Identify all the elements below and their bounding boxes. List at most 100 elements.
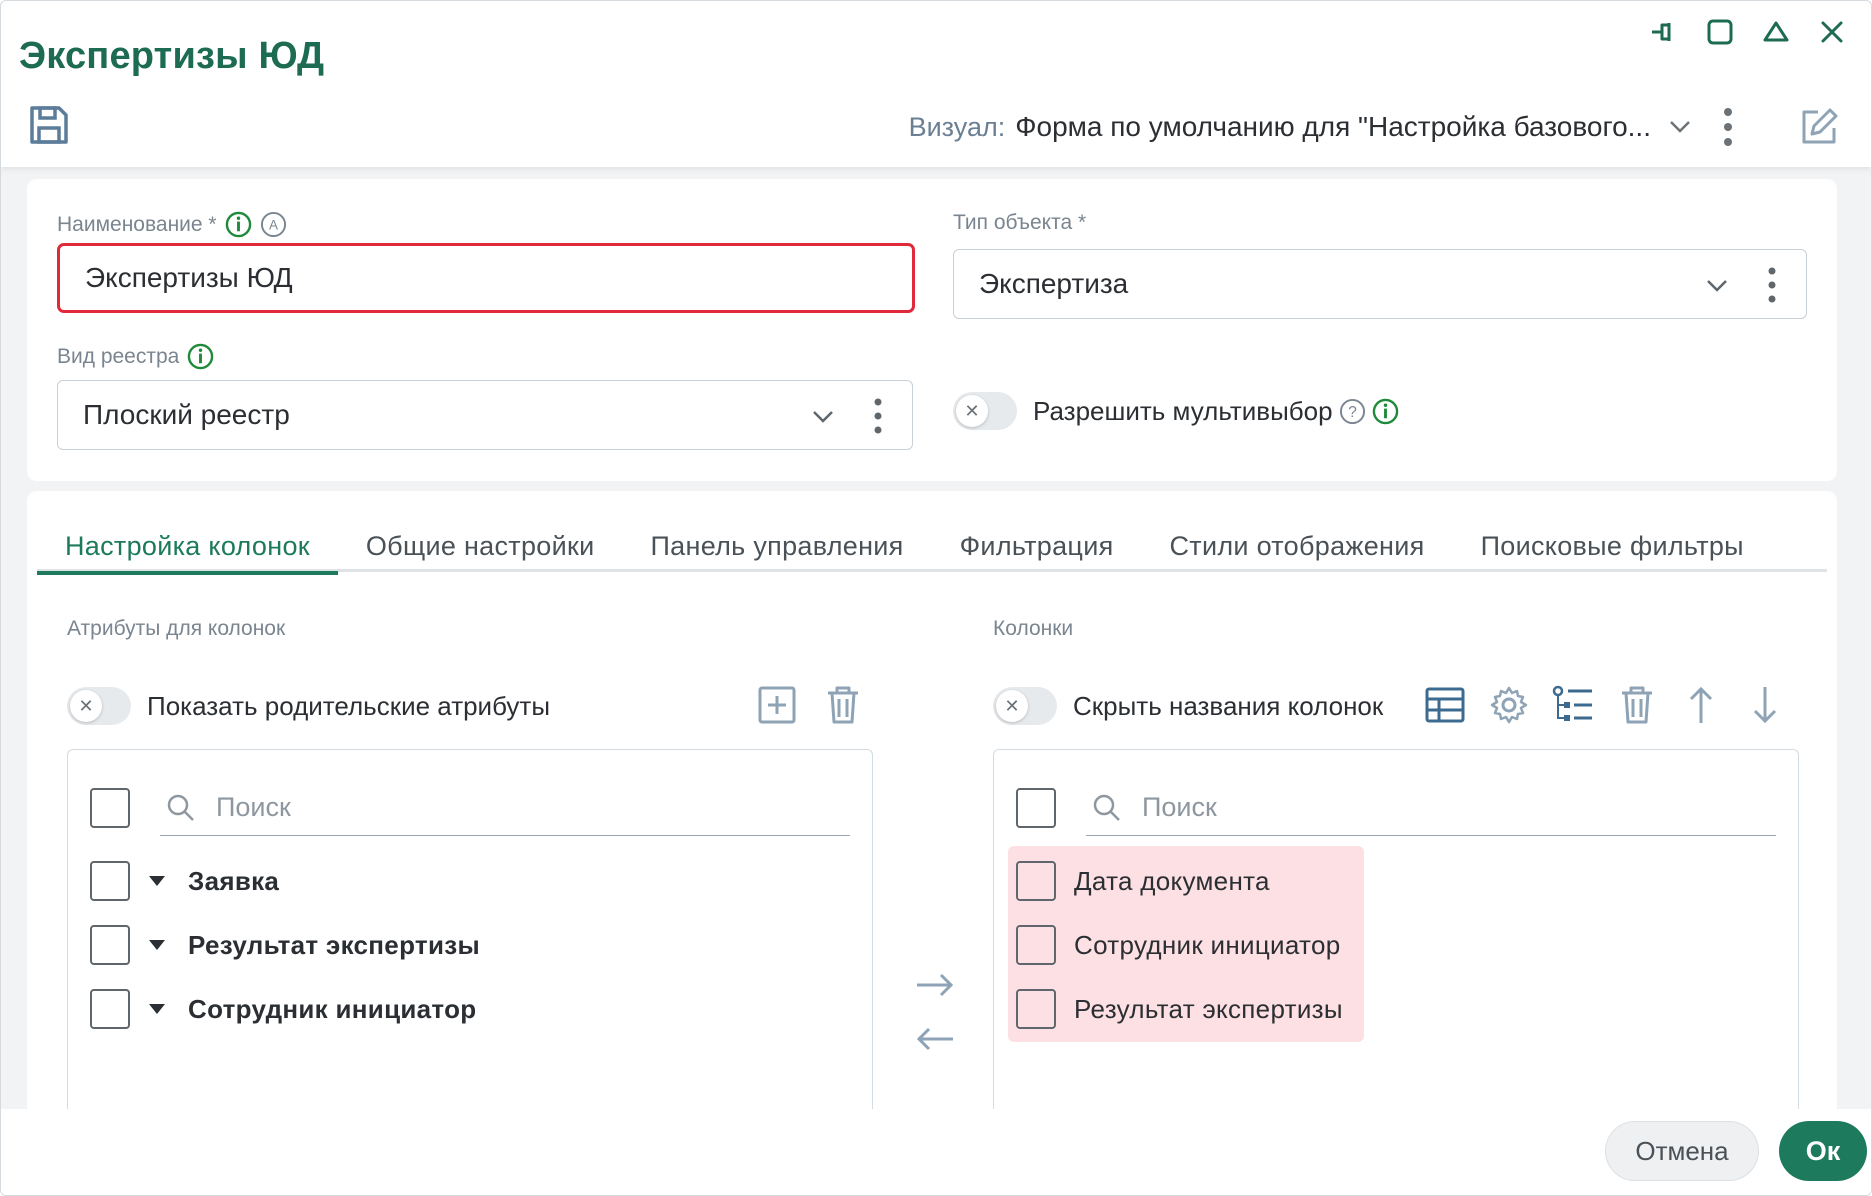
toggle-off-icon: ✕ [956, 395, 988, 427]
name-input[interactable]: Экспертизы ЮД [57, 243, 915, 313]
attribute-item[interactable]: Сотрудник инициатор [148, 987, 476, 1031]
show-parent-attributes-label: Показать родительские атрибуты [147, 690, 550, 721]
edit-icon[interactable] [1795, 103, 1843, 151]
info-icon[interactable] [187, 343, 214, 370]
visual-selector: Визуал: Форма по умолчанию для "Настройк… [909, 101, 1871, 153]
settings-tabs: Настройка колонок Общие настройки Панель… [37, 521, 1827, 575]
attribute-item[interactable]: Результат экспертизы [148, 923, 480, 967]
auto-icon[interactable]: A [260, 211, 287, 238]
ok-button[interactable]: Ок [1779, 1121, 1867, 1181]
move-up-arrow-icon[interactable] [1679, 683, 1723, 727]
caret-down-icon[interactable] [148, 1002, 166, 1016]
chevron-down-icon[interactable] [1663, 110, 1697, 144]
search-icon [1093, 794, 1120, 821]
general-fields-card: Наименование * A Экспертизы ЮД Тип объек… [27, 179, 1837, 481]
chevron-down-icon[interactable] [1700, 268, 1734, 302]
attribute-item[interactable]: Заявка [148, 859, 279, 903]
column-item[interactable]: Дата документа [1074, 859, 1270, 903]
svg-text:?: ? [1348, 403, 1357, 420]
dialog-footer: Отмена Ок [1, 1109, 1871, 1195]
attributes-title: Атрибуты для колонок [67, 617, 286, 640]
object-type-label-text: Тип объекта * [953, 211, 1087, 234]
add-icon[interactable] [755, 683, 799, 727]
column-checkbox[interactable] [1016, 925, 1056, 965]
hide-column-names-label: Скрыть названия колонок [1073, 690, 1384, 721]
columns-search-input[interactable] [1142, 792, 1522, 823]
close-icon[interactable] [1815, 15, 1849, 49]
select-all-checkbox[interactable] [90, 788, 130, 828]
name-input-value: Экспертизы ЮД [85, 262, 293, 293]
dialog-title: Экспертизы ЮД [19, 35, 325, 77]
search-icon [167, 794, 194, 821]
more-vertical-icon[interactable] [1713, 105, 1743, 149]
delete-icon[interactable] [821, 683, 865, 727]
pin-icon[interactable] [1647, 15, 1681, 49]
move-right-arrow-icon[interactable] [913, 965, 957, 1005]
columns-title: Колонки [993, 617, 1074, 640]
multiselect-label-text: Разрешить мультивыбор [1033, 395, 1333, 426]
toggle-off-icon: ✕ [70, 690, 102, 722]
select-all-checkbox[interactable] [1016, 788, 1056, 828]
more-vertical-icon[interactable] [868, 395, 888, 437]
registry-type-select[interactable]: Плоский реестр [57, 380, 913, 450]
columns-search [1086, 780, 1776, 836]
dialog-header: Экспертизы ЮД Визуал: Форма по умолчанию… [1, 1, 1871, 167]
cancel-button[interactable]: Отмена [1605, 1121, 1759, 1181]
attributes-list: Заявка Результат экспертизы Сотрудник ин… [67, 749, 873, 1121]
save-icon[interactable] [27, 103, 71, 147]
name-field-label: Наименование * A [57, 211, 287, 238]
multiselect-label: Разрешить мультивыбор ? [1033, 392, 1399, 430]
column-checkbox[interactable] [1016, 989, 1056, 1029]
registry-type-value: Плоский реестр [83, 399, 290, 430]
object-type-value: Экспертиза [979, 268, 1129, 299]
show-parent-attributes-toggle[interactable]: ✕ [67, 687, 131, 725]
attribute-checkbox[interactable] [90, 989, 130, 1029]
table-icon[interactable] [1423, 683, 1467, 727]
tab-filtering[interactable]: Фильтрация [932, 521, 1142, 572]
multiselect-toggle[interactable]: ✕ [953, 392, 1017, 430]
toggle-off-icon: ✕ [996, 690, 1028, 722]
tab-display-styles[interactable]: Стили отображения [1142, 521, 1453, 572]
settings-gear-icon[interactable] [1487, 683, 1531, 727]
caret-down-icon[interactable] [148, 938, 166, 952]
info-icon[interactable] [225, 211, 252, 238]
attributes-search-input[interactable] [216, 792, 596, 823]
chevron-down-icon[interactable] [806, 399, 840, 433]
move-down-arrow-icon[interactable] [1743, 683, 1787, 727]
attribute-label: Сотрудник инициатор [188, 993, 477, 1024]
attribute-label: Заявка [188, 865, 280, 896]
registry-type-label: Вид реестра [57, 343, 214, 370]
registry-label-text: Вид реестра [57, 344, 180, 368]
more-vertical-icon[interactable] [1762, 264, 1782, 306]
collapse-icon[interactable] [1759, 15, 1793, 49]
object-type-label: Тип объекта * [953, 211, 1086, 235]
delete-icon[interactable] [1615, 683, 1659, 727]
dialog-window: Экспертизы ЮД Визуал: Форма по умолчанию… [0, 0, 1872, 1196]
settings-card: Настройка колонок Общие настройки Панель… [27, 491, 1837, 1121]
column-item[interactable]: Результат экспертизы [1074, 987, 1343, 1031]
hide-column-names-toggle[interactable]: ✕ [993, 687, 1057, 725]
move-left-arrow-icon[interactable] [913, 1019, 957, 1059]
object-type-select[interactable]: Экспертиза [953, 249, 1807, 319]
maximize-icon[interactable] [1703, 15, 1737, 49]
tab-general[interactable]: Общие настройки [338, 521, 623, 572]
caret-down-icon[interactable] [148, 874, 166, 888]
visual-value[interactable]: Форма по умолчанию для "Настройка базово… [1015, 111, 1651, 143]
list-settings-icon[interactable] [1551, 683, 1595, 727]
window-controls [1647, 15, 1849, 49]
column-item[interactable]: Сотрудник инициатор [1074, 923, 1340, 967]
columns-list: Дата документа Сотрудник инициатор Резул… [993, 749, 1799, 1121]
tab-search-filters[interactable]: Поисковые фильтры [1453, 521, 1772, 572]
attribute-checkbox[interactable] [90, 925, 130, 965]
name-label-text: Наименование * [57, 212, 217, 236]
attribute-checkbox[interactable] [90, 861, 130, 901]
svg-text:A: A [269, 217, 278, 232]
column-checkbox[interactable] [1016, 861, 1056, 901]
visual-label: Визуал: [908, 111, 1006, 142]
tab-control-panel[interactable]: Панель управления [622, 521, 931, 572]
help-icon[interactable]: ? [1339, 398, 1366, 425]
tab-columns[interactable]: Настройка колонок [37, 521, 338, 575]
info-icon[interactable] [1372, 398, 1399, 425]
attribute-label: Результат экспертизы [188, 929, 480, 960]
attributes-search [160, 780, 850, 836]
